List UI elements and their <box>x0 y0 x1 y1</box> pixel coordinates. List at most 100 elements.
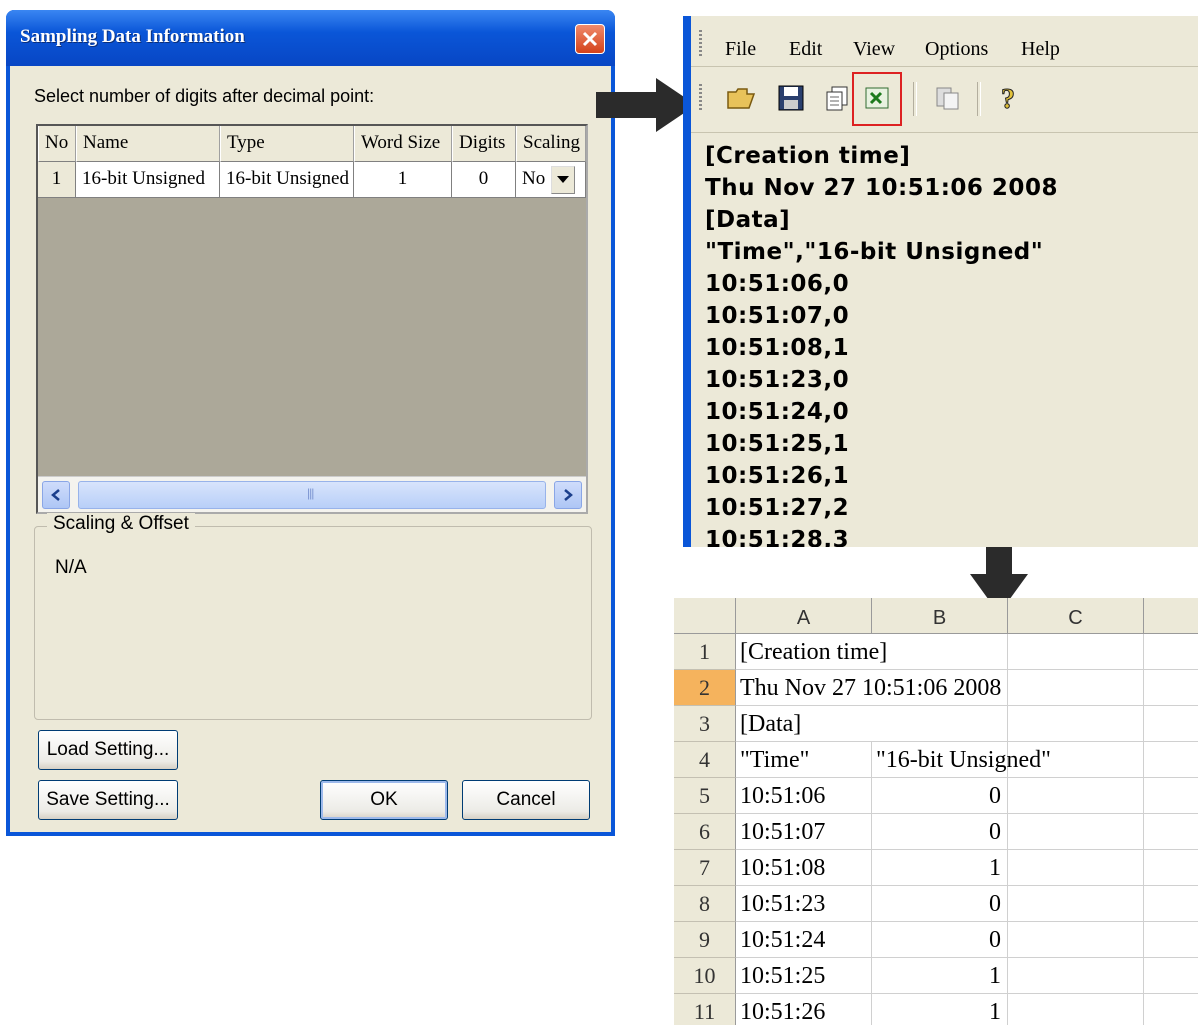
menu-view[interactable]: View <box>853 38 895 61</box>
cell-a[interactable]: 10:51:06 <box>736 778 872 814</box>
row-header[interactable]: 7 <box>674 850 736 886</box>
col-header-a[interactable]: A <box>736 598 872 634</box>
cell-a[interactable]: 10:51:07 <box>736 814 872 850</box>
horizontal-scrollbar[interactable] <box>38 476 586 512</box>
cell-d[interactable] <box>1144 922 1198 958</box>
cell-b[interactable]: 1 <box>872 994 1008 1025</box>
copy-button[interactable] <box>819 80 855 116</box>
cell-d[interactable] <box>1144 850 1198 886</box>
menu-file[interactable]: File <box>725 38 756 61</box>
cell-b[interactable]: 0 <box>872 814 1008 850</box>
cell-c[interactable] <box>1008 706 1144 742</box>
cell-c[interactable] <box>1008 742 1144 778</box>
cell-c[interactable] <box>1008 634 1144 670</box>
row-name[interactable]: 16-bit Unsigned <box>76 162 220 198</box>
table-row[interactable]: 10 10:51:25 1 <box>674 958 1198 994</box>
col-header-word-size[interactable]: Word Size <box>354 126 452 162</box>
row-header[interactable]: 6 <box>674 814 736 850</box>
row-header[interactable]: 11 <box>674 994 736 1025</box>
cell-c[interactable] <box>1008 994 1144 1025</box>
digits-field[interactable]: 0 <box>452 162 516 198</box>
table-row[interactable]: 1 [Creation time] <box>674 634 1198 670</box>
scroll-left-button[interactable] <box>42 481 70 509</box>
cell-b[interactable]: 0 <box>872 886 1008 922</box>
cell-c[interactable] <box>1008 958 1144 994</box>
cell-b[interactable]: 1 <box>872 958 1008 994</box>
dialog-titlebar[interactable]: Sampling Data Information <box>6 10 615 66</box>
paste-button[interactable] <box>929 80 965 116</box>
row-header[interactable]: 2 <box>674 670 736 706</box>
table-row[interactable]: 7 10:51:08 1 <box>674 850 1198 886</box>
cell-a[interactable]: 10:51:08 <box>736 850 872 886</box>
help-button[interactable]: ? <box>991 80 1027 116</box>
cell-c[interactable] <box>1008 850 1144 886</box>
cell-b[interactable] <box>872 706 1008 742</box>
cell-d[interactable] <box>1144 814 1198 850</box>
menu-options[interactable]: Options <box>925 38 988 61</box>
open-folder-button[interactable] <box>723 80 759 116</box>
cell-c[interactable] <box>1008 814 1144 850</box>
scroll-right-button[interactable] <box>554 481 582 509</box>
cell-d[interactable] <box>1144 742 1198 778</box>
row-header[interactable]: 3 <box>674 706 736 742</box>
cell-a[interactable]: [Creation time] <box>736 634 887 670</box>
table-row[interactable]: 2 Thu Nov 27 10:51:06 2008 <box>674 670 1198 706</box>
select-all-corner[interactable] <box>674 598 736 634</box>
close-button[interactable] <box>575 24 605 54</box>
col-header-type[interactable]: Type <box>220 126 354 162</box>
col-header-digits[interactable]: Digits <box>452 126 516 162</box>
cell-b[interactable]: 0 <box>872 922 1008 958</box>
row-header[interactable]: 4 <box>674 742 736 778</box>
save-setting-button[interactable]: Save Setting... <box>38 780 178 820</box>
scroll-thumb[interactable] <box>78 481 546 509</box>
row-header[interactable]: 8 <box>674 886 736 922</box>
table-row[interactable]: 3 [Data] <box>674 706 1198 742</box>
cancel-button[interactable]: Cancel <box>462 780 590 820</box>
table-row[interactable]: 1 16-bit Unsigned 16-bit Unsigned 1 0 No <box>38 162 586 198</box>
cell-b[interactable]: 1 <box>872 850 1008 886</box>
col-header-scaling[interactable]: Scaling <box>516 126 586 162</box>
table-row[interactable]: 11 10:51:26 1 <box>674 994 1198 1025</box>
table-row[interactable]: 9 10:51:24 0 <box>674 922 1198 958</box>
cell-a[interactable]: 10:51:23 <box>736 886 872 922</box>
cell-a[interactable]: "Time" <box>736 742 872 778</box>
row-header[interactable]: 5 <box>674 778 736 814</box>
cell-c[interactable] <box>1008 670 1144 706</box>
cell-d[interactable] <box>1144 670 1198 706</box>
cell-d[interactable] <box>1144 994 1198 1025</box>
ok-button[interactable]: OK <box>320 780 448 820</box>
load-setting-button[interactable]: Load Setting... <box>38 730 178 770</box>
row-header[interactable]: 10 <box>674 958 736 994</box>
excel-export-button[interactable] <box>859 80 895 116</box>
chevron-down-icon[interactable] <box>551 165 576 194</box>
row-header[interactable]: 1 <box>674 634 736 670</box>
col-header-d[interactable] <box>1144 598 1198 634</box>
table-row[interactable]: 8 10:51:23 0 <box>674 886 1198 922</box>
save-button[interactable] <box>773 80 809 116</box>
cell-c[interactable] <box>1008 922 1144 958</box>
table-row[interactable]: 4 "Time" "16-bit Unsigned" <box>674 742 1198 778</box>
cell-b[interactable]: "16-bit Unsigned" <box>872 742 1051 778</box>
row-header[interactable]: 9 <box>674 922 736 958</box>
cell-b[interactable] <box>872 634 1008 670</box>
table-row[interactable]: 6 10:51:07 0 <box>674 814 1198 850</box>
col-header-b[interactable]: B <box>872 598 1008 634</box>
cell-b[interactable]: 0 <box>872 778 1008 814</box>
menu-help[interactable]: Help <box>1021 38 1060 61</box>
cell-d[interactable] <box>1144 778 1198 814</box>
col-header-c[interactable]: C <box>1008 598 1144 634</box>
file-text-view[interactable]: [Creation time] Thu Nov 27 10:51:06 2008… <box>705 140 1058 547</box>
col-header-no[interactable]: No <box>38 126 76 162</box>
cell-d[interactable] <box>1144 886 1198 922</box>
cell-c[interactable] <box>1008 778 1144 814</box>
table-row[interactable]: 5 10:51:06 0 <box>674 778 1198 814</box>
cell-d[interactable] <box>1144 706 1198 742</box>
menu-edit[interactable]: Edit <box>789 38 822 61</box>
scaling-select[interactable]: No <box>516 162 586 198</box>
cell-a[interactable]: 10:51:26 <box>736 994 872 1025</box>
col-header-name[interactable]: Name <box>76 126 220 162</box>
cell-a[interactable]: 10:51:24 <box>736 922 872 958</box>
cell-d[interactable] <box>1144 634 1198 670</box>
cell-c[interactable] <box>1008 886 1144 922</box>
cell-a[interactable]: 10:51:25 <box>736 958 872 994</box>
